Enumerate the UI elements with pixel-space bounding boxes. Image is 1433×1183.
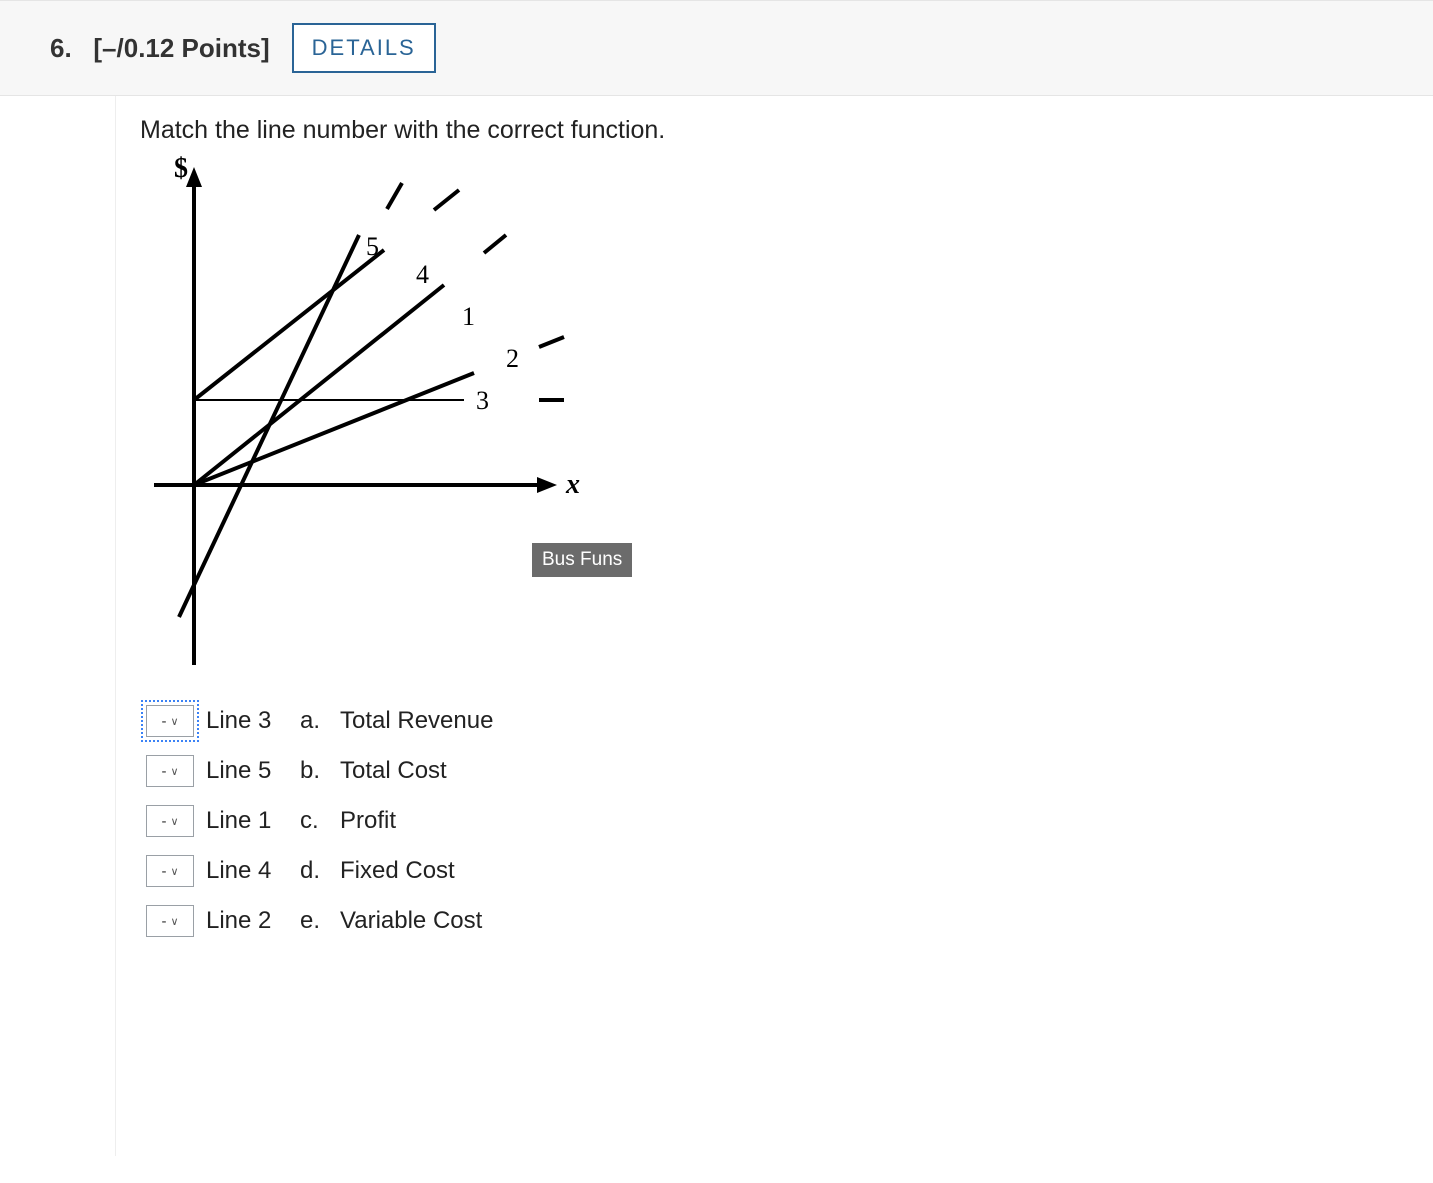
answer-select-line-1[interactable]: - ∨: [146, 805, 194, 837]
option-letter: b.: [300, 757, 328, 785]
line-label: Line 5: [206, 757, 288, 785]
question-content: Match the line number with the correct f…: [116, 96, 665, 1156]
graph-line-4-label: 4: [416, 260, 429, 289]
match-row: - ∨ Line 3 a. Total Revenue: [146, 705, 665, 737]
select-value: -: [161, 863, 166, 880]
graph-line-1-tick: [484, 235, 506, 253]
watermark-label: Bus Funs: [532, 543, 632, 577]
graph-line-1-label: 1: [462, 302, 475, 331]
answer-select-line-2[interactable]: - ∨: [146, 905, 194, 937]
answer-select-line-4[interactable]: - ∨: [146, 855, 194, 887]
option-text: Variable Cost: [340, 907, 482, 935]
question-number: 6.: [50, 33, 72, 63]
option-letter: e.: [300, 907, 328, 935]
graph-line-5-label: 5: [366, 232, 379, 261]
answer-select-line-5[interactable]: - ∨: [146, 755, 194, 787]
line-label: Line 3: [206, 707, 288, 735]
graph-line-2-label: 2: [506, 344, 519, 373]
question-prompt: Match the line number with the correct f…: [140, 116, 665, 145]
option-letter: c.: [300, 807, 328, 835]
option-letter: d.: [300, 857, 328, 885]
x-axis-label: x: [565, 469, 580, 500]
question-header: 6. [–/0.12 Points] DETAILS: [0, 0, 1433, 96]
y-axis-label: $: [174, 155, 188, 184]
graph-svg: $ x 3 2 1 4: [144, 155, 664, 695]
option-text: Total Revenue: [340, 707, 493, 735]
line-label: Line 2: [206, 907, 288, 935]
question-body: Match the line number with the correct f…: [0, 96, 1433, 1156]
select-value: -: [161, 763, 166, 780]
question-container: 6. [–/0.12 Points] DETAILS Match the lin…: [0, 0, 1433, 1156]
select-value: -: [161, 713, 166, 730]
graph-line-4-tick: [434, 190, 459, 210]
match-list: - ∨ Line 3 a. Total Revenue - ∨ Line 5 b…: [146, 705, 665, 937]
option-text: Profit: [340, 807, 396, 835]
graph: $ x 3 2 1 4: [144, 155, 664, 695]
option-text: Total Cost: [340, 757, 447, 785]
graph-line-5-tick: [387, 183, 402, 209]
graph-line-3-label: 3: [476, 386, 489, 415]
x-axis-arrow-icon: [537, 477, 557, 493]
line-label: Line 4: [206, 857, 288, 885]
option-letter: a.: [300, 707, 328, 735]
line-label: Line 1: [206, 807, 288, 835]
left-gutter: [0, 96, 116, 1156]
answer-select-line-3[interactable]: - ∨: [146, 705, 194, 737]
chevron-down-icon: ∨: [170, 815, 178, 828]
chevron-down-icon: ∨: [170, 865, 178, 878]
question-number-points: 6. [–/0.12 Points]: [50, 33, 270, 64]
graph-line-5: [194, 235, 359, 585]
graph-line-4: [194, 250, 384, 400]
graph-line-2: [194, 373, 474, 485]
select-value: -: [161, 813, 166, 830]
points-text: [–/0.12 Points]: [93, 33, 269, 63]
details-button[interactable]: DETAILS: [292, 23, 436, 73]
y-axis-arrow-icon: [186, 167, 202, 187]
chevron-down-icon: ∨: [170, 715, 178, 728]
match-row: - ∨ Line 1 c. Profit: [146, 805, 665, 837]
graph-line-5-below: [179, 585, 194, 617]
chevron-down-icon: ∨: [170, 915, 178, 928]
match-row: - ∨ Line 4 d. Fixed Cost: [146, 855, 665, 887]
match-row: - ∨ Line 5 b. Total Cost: [146, 755, 665, 787]
select-value: -: [161, 913, 166, 930]
option-text: Fixed Cost: [340, 857, 455, 885]
chevron-down-icon: ∨: [170, 765, 178, 778]
graph-line-1: [194, 285, 444, 485]
match-row: - ∨ Line 2 e. Variable Cost: [146, 905, 665, 937]
graph-line-2-tick: [539, 337, 564, 347]
